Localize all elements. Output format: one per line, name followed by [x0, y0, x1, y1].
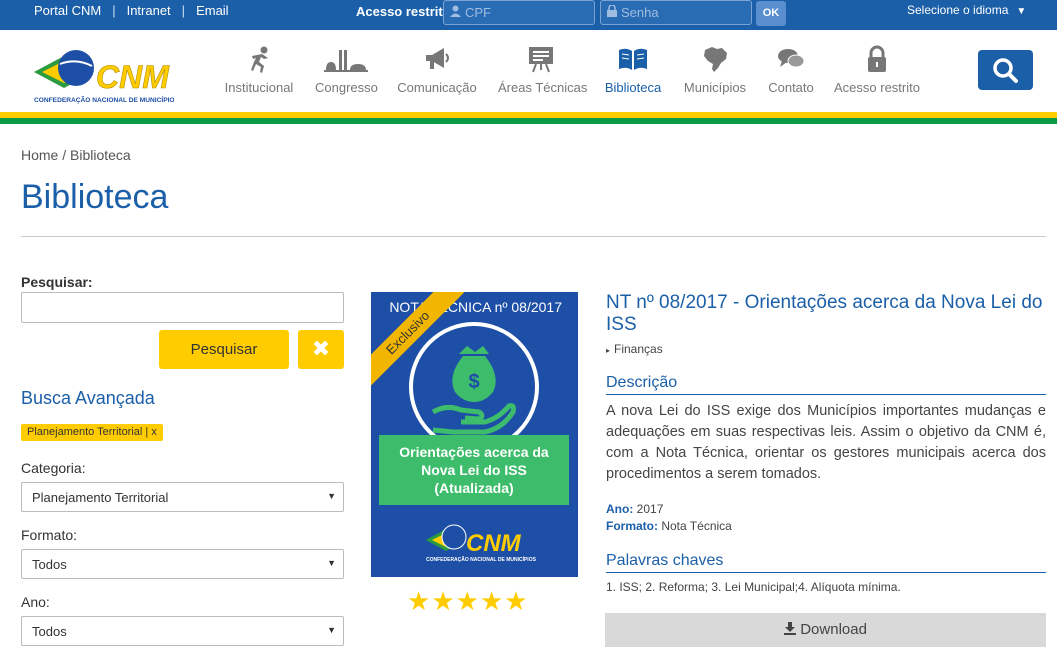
document-cover[interactable]: NOTA TÉCNICA nº 08/2017 $ Exclusivo Orie… — [371, 292, 578, 577]
document-title[interactable]: NT nº 08/2017 - Orientações acerca da No… — [606, 292, 1046, 336]
money-bag-hand-icon: $ — [431, 346, 516, 435]
user-icon — [450, 5, 461, 20]
breadcrumb[interactable]: Home / Biblioteca — [21, 147, 131, 163]
nav-institucional[interactable]: Institucional — [223, 44, 295, 95]
portal-cnm-link[interactable]: Portal CNM — [34, 3, 101, 18]
cpf-placeholder: CPF — [465, 5, 491, 20]
brazil-map-icon — [682, 44, 748, 74]
ano-select[interactable]: Todos ▼ — [21, 616, 344, 646]
cpf-input[interactable]: CPF — [443, 0, 595, 25]
nav-acesso-restrito[interactable]: Acesso restrito — [833, 44, 921, 95]
nav-comunicacao[interactable]: Comunicação — [397, 44, 477, 95]
logo-subtitle: CONFEDERAÇÃO NACIONAL DE MUNICÍPIOS — [34, 95, 174, 104]
nav-contato[interactable]: Contato — [766, 44, 816, 95]
cover-cnm-logo: CNM CONFEDERAÇÃO NACIONAL DE MUNICÍPIOS — [426, 520, 537, 564]
formato-label: Formato: — [21, 527, 78, 543]
star-icon[interactable]: ★ — [456, 586, 480, 616]
clear-search-button[interactable]: ✖ — [298, 330, 344, 369]
top-bar: Portal CNM | Intranet | Email Acesso restrit… — [0, 0, 1057, 30]
document-format: Formato: Nota Técnica — [606, 519, 732, 533]
download-button[interactable]: Download — [605, 613, 1046, 647]
description-heading: Descrição — [606, 374, 1046, 395]
download-icon — [784, 621, 800, 638]
senha-placeholder: Senha — [621, 5, 659, 20]
document-year: Ano: 2017 — [606, 502, 664, 516]
caret-down-icon: ▼ — [1016, 6, 1027, 17]
cover-circle: $ — [409, 322, 539, 452]
login-ok-button[interactable]: OK — [756, 1, 786, 26]
page-title: Biblioteca — [21, 178, 169, 216]
search-submit-button[interactable]: Pesquisar — [159, 330, 289, 369]
acesso-restrito-label: Acesso restrito — [356, 4, 451, 19]
document-description: A nova Lei do ISS exige dos Municípios i… — [606, 403, 1046, 482]
bullet-arrow-icon: ▸ — [606, 346, 611, 355]
presentation-board-icon — [498, 44, 583, 74]
header-stripe-green — [0, 118, 1057, 124]
keywords-heading: Palavras chaves — [606, 552, 1046, 573]
megaphone-icon — [397, 44, 477, 74]
chevron-down-icon: ▼ — [327, 491, 336, 501]
chevron-down-icon: ▼ — [327, 558, 336, 568]
document-category[interactable]: ▸ Finanças — [606, 342, 663, 356]
star-icon[interactable]: ★ — [504, 586, 528, 616]
categoria-select[interactable]: Planejamento Territorial ▼ — [21, 482, 344, 512]
rating-stars[interactable]: ★★★★★ — [407, 586, 529, 617]
language-label: Selecione o idioma — [907, 3, 1009, 17]
svg-text:CNM: CNM — [466, 530, 522, 557]
cover-header: NOTA TÉCNICA nº 08/2017 — [389, 299, 562, 315]
divider — [21, 236, 1046, 237]
categoria-label: Categoria: — [21, 460, 86, 476]
search-input[interactable] — [21, 292, 344, 323]
close-icon: ✖ — [311, 336, 331, 361]
formato-select[interactable]: Todos ▼ — [21, 549, 344, 579]
advanced-search-title: Busca Avançada — [21, 388, 155, 408]
svg-text:$: $ — [468, 371, 479, 393]
language-selector[interactable]: Selecione o idioma ▼ — [907, 3, 1026, 17]
nav-biblioteca[interactable]: Biblioteca — [602, 44, 664, 95]
cover-title-box: Orientações acerca da Nova Lei do ISS (A… — [379, 435, 569, 505]
star-icon[interactable]: ★ — [480, 586, 504, 616]
ano-label: Ano: — [21, 594, 50, 610]
search-icon — [978, 58, 1033, 94]
intranet-link[interactable]: Intranet — [127, 3, 171, 18]
congress-icon — [315, 44, 377, 74]
active-filter-tag[interactable]: Planejamento Territorial | x — [21, 424, 163, 441]
email-link[interactable]: Email — [196, 3, 229, 18]
keywords-list: 1. ISS; 2. Reforma; 3. Lei Municipal;4. … — [606, 580, 901, 594]
chat-bubbles-icon — [766, 44, 816, 74]
nav-congresso[interactable]: Congresso — [315, 44, 378, 95]
lock-icon — [833, 44, 921, 74]
nav-areas-tecnicas[interactable]: Áreas Técnicas — [498, 44, 587, 95]
figure-icon — [223, 44, 295, 74]
star-icon[interactable]: ★ — [431, 586, 455, 616]
open-book-icon — [602, 44, 664, 74]
top-links: Portal CNM | Intranet | Email — [34, 3, 229, 18]
senha-input[interactable]: Senha — [600, 0, 752, 25]
main-header: CNM CONFEDERAÇÃO NACIONAL DE MUNICÍPIOS … — [0, 30, 1057, 112]
nav-municipios[interactable]: Municípios — [682, 44, 748, 95]
star-icon[interactable]: ★ — [407, 586, 431, 616]
lock-small-icon — [607, 4, 617, 20]
search-label: Pesquisar: — [21, 274, 93, 290]
cnm-logo[interactable]: CNM CONFEDERAÇÃO NACIONAL DE MUNICÍPIOS — [34, 44, 180, 106]
header-search-button[interactable] — [978, 50, 1033, 90]
svg-text:CONFEDERAÇÃO NACIONAL DE MUNIC: CONFEDERAÇÃO NACIONAL DE MUNICÍPIOS — [426, 555, 536, 563]
chevron-down-icon: ▼ — [327, 625, 336, 635]
svg-text:CNM: CNM — [96, 59, 170, 95]
